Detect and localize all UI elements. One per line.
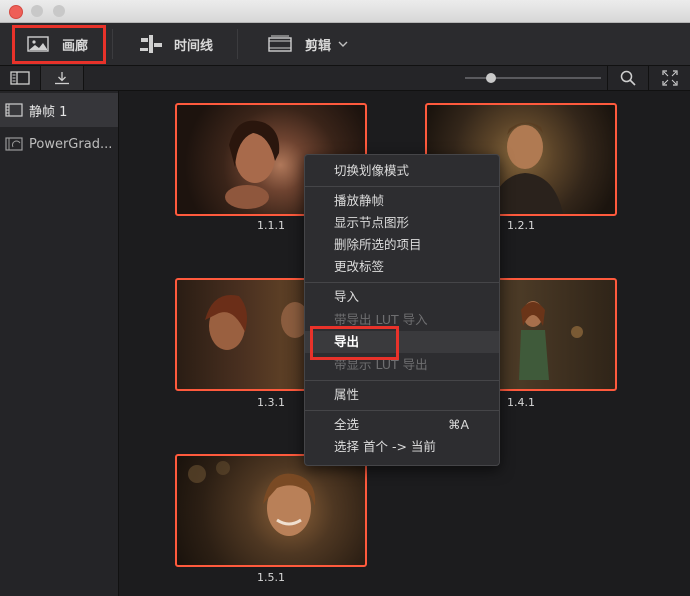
menu-divider [305, 380, 499, 381]
sidebar-item-label: 静帧 1 [29, 104, 68, 120]
album-sidebar: 静帧 1 PowerGrad... [0, 91, 119, 596]
import-button[interactable] [41, 66, 83, 90]
menu-item-properties[interactable]: 属性 [305, 384, 499, 406]
powergrade-album-icon [5, 137, 23, 151]
close-window-button[interactable] [9, 5, 23, 19]
menu-divider [305, 282, 499, 283]
timeline-icon [140, 35, 162, 53]
menu-item-toggle-wipe-mode[interactable]: 切换划像模式 [305, 160, 499, 182]
search-icon [620, 70, 636, 86]
still-label: 1.5.1 [257, 571, 285, 584]
menu-item-select-first-to-current[interactable]: 选择 首个 -> 当前 [305, 436, 499, 458]
fullscreen-button[interactable] [649, 66, 690, 90]
sidebar-item-label: PowerGrad... [29, 136, 113, 152]
sidebar-item-powergrade[interactable]: PowerGrad... [0, 127, 118, 161]
keyboard-shortcut: ⌘A [447, 417, 469, 432]
zoom-slider-handle[interactable] [486, 73, 496, 83]
maximize-window-button[interactable] [53, 5, 65, 17]
timeline-button[interactable]: 时间线 [138, 23, 213, 65]
menu-item-change-label[interactable]: 更改标签 [305, 256, 499, 278]
chevron-down-icon [338, 41, 348, 47]
export-highlight-box [310, 326, 399, 360]
menu-item-import[interactable]: 导入 [305, 286, 499, 308]
toggle-sidebar-button[interactable] [0, 66, 40, 90]
timeline-label: 时间线 [174, 38, 214, 54]
search-button[interactable] [608, 66, 648, 90]
gallery-highlight-box [12, 25, 106, 64]
menu-item-play-still[interactable]: 播放静帧 [305, 190, 499, 212]
menu-item-delete-selected[interactable]: 删除所选的项目 [305, 234, 499, 256]
toolbar-separator [112, 29, 113, 59]
toolbar-separator [237, 29, 238, 59]
menu-divider [305, 186, 499, 187]
menu-item-select-all[interactable]: 全选 ⌘A [305, 414, 499, 436]
still-album-icon [5, 103, 23, 117]
menu-divider [305, 410, 499, 411]
clips-icon [268, 35, 292, 52]
expand-icon [661, 70, 678, 86]
clips-label: 剪辑 [305, 38, 332, 54]
sidebar-toggle-icon [10, 71, 30, 85]
context-menu: 切换划像模式 播放静帧 显示节点图形 删除所选的项目 更改标签 导入 带导出 L… [304, 154, 500, 466]
gallery-subbar [0, 66, 690, 91]
still-thumbnail-1-5-1[interactable] [175, 454, 367, 567]
sidebar-item-stills-1[interactable]: 静帧 1 [0, 93, 118, 127]
window-titlebar [0, 0, 690, 23]
menu-item-show-node-graph[interactable]: 显示节点图形 [305, 212, 499, 234]
clips-button[interactable]: 剪辑 [267, 23, 349, 65]
download-icon [55, 72, 69, 85]
menu-item-label: 全选 [334, 417, 360, 432]
still-image [188, 461, 316, 536]
subbar-divider [83, 66, 84, 90]
main-toolbar: 画廊 时间线 剪辑 [0, 23, 690, 66]
minimize-window-button[interactable] [31, 5, 43, 17]
